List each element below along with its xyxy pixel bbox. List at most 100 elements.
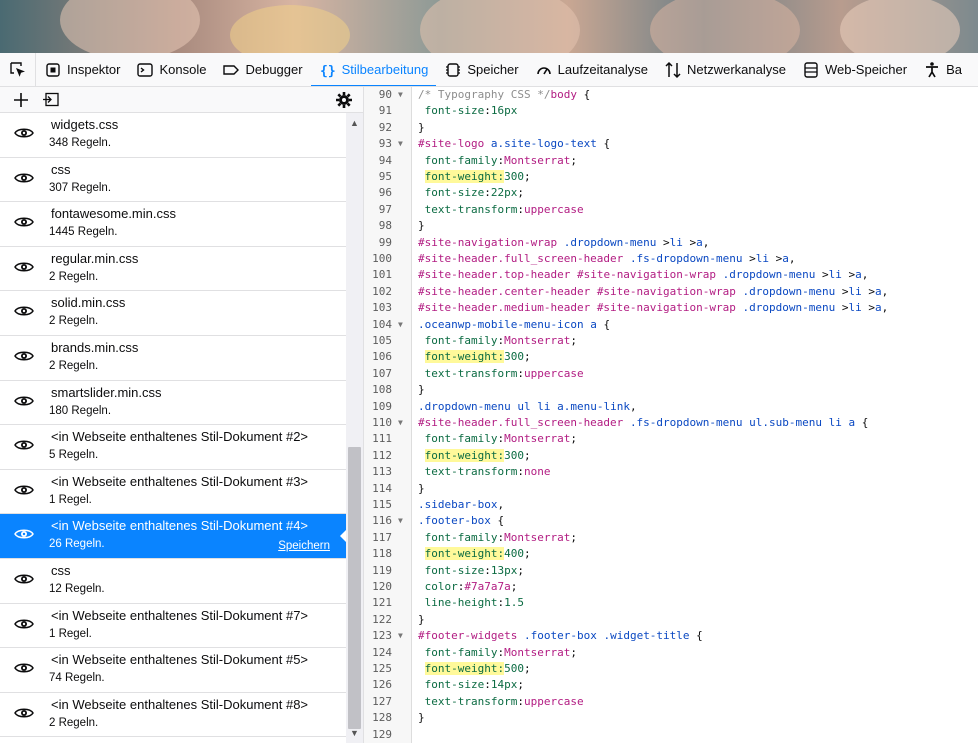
stylesheet-item[interactable]: <in Webseite enthaltenes Stil-Dokument #…	[0, 425, 346, 470]
visibility-eye-icon[interactable]	[14, 527, 34, 541]
stylesheet-item[interactable]: fontawesome.min.css 1445 Regeln.	[0, 202, 346, 247]
tab-inspektor[interactable]: Inspektor	[36, 53, 128, 86]
stylesheet-item[interactable]: <in Webseite enthaltenes Stil-Dokument #…	[0, 469, 346, 515]
scroll-up-arrow-icon[interactable]: ▲	[346, 115, 363, 131]
code-text: /* Typography CSS */body {	[418, 87, 590, 103]
tab-debugger[interactable]: Debugger	[214, 53, 310, 86]
visibility-eye-icon[interactable]	[14, 304, 34, 318]
stylesheet-item[interactable]: <in Webseite enthaltenes Stil-Dokument #…	[0, 692, 346, 738]
fold-arrow-icon[interactable]: ▼	[398, 513, 408, 529]
css-code-editor[interactable]: 90 ▼/* Typography CSS */body {91 font-siz…	[364, 87, 978, 743]
line-number: 129	[372, 727, 392, 741]
code-token: a	[782, 252, 789, 265]
visibility-eye-icon[interactable]	[14, 661, 34, 675]
code-token: font-size	[424, 563, 485, 577]
tab-konsole[interactable]: Konsole	[128, 53, 214, 86]
code-line: 95 font-weight:300;	[364, 169, 978, 185]
code-text: #site-header.full_screen-header .fs-drop…	[418, 415, 868, 431]
new-stylesheet-button[interactable]	[10, 89, 32, 111]
code-token: >	[841, 268, 856, 282]
code-token: .dropdown-menu	[563, 235, 657, 249]
code-token: .footer-box	[523, 629, 597, 643]
stylesheet-list-scrollbar[interactable]: ▲ ▼	[346, 113, 363, 743]
import-stylesheet-button[interactable]	[40, 89, 62, 111]
tab-label: Netzwerkanalyse	[686, 62, 786, 77]
code-token: ul.sub-menu	[749, 416, 823, 429]
code-text: text-transform:none	[418, 464, 551, 480]
visibility-eye-icon[interactable]	[14, 260, 34, 274]
code-token: a	[874, 284, 882, 298]
visibility-eye-icon[interactable]	[14, 349, 34, 363]
stylesheet-name: fontawesome.min.css	[51, 206, 176, 222]
visibility-eye-icon[interactable]	[14, 171, 34, 185]
code-token: li	[848, 301, 862, 315]
fold-arrow-icon[interactable]: ▼	[398, 87, 408, 103]
tab-label: Debugger	[245, 62, 303, 77]
code-token: /* Typography CSS */	[418, 88, 551, 101]
tab-stilbearbeitung[interactable]: {} Stilbearbeitung	[310, 53, 437, 86]
visibility-eye-icon[interactable]	[14, 438, 34, 452]
scroll-down-arrow-icon[interactable]: ▼	[346, 725, 363, 741]
fold-arrow-icon[interactable]: ▼	[398, 136, 408, 152]
stylesheet-rule-count: 180 Regeln.	[49, 404, 112, 417]
tab-label: Web-Speicher	[824, 62, 908, 77]
code-token: ;	[570, 645, 577, 659]
line-number: 94	[378, 153, 392, 167]
code-line: 117 font-family:Montserrat;	[364, 530, 978, 546]
line-number: 93	[378, 137, 392, 151]
code-text: }	[418, 481, 425, 497]
settings-button[interactable]	[333, 89, 355, 111]
visibility-eye-icon[interactable]	[14, 215, 34, 229]
stylesheet-item[interactable]: css 307 Regeln.	[0, 157, 346, 203]
stylesheet-item[interactable]: brands.min.css 2 Regeln.	[0, 335, 346, 381]
visibility-eye-icon[interactable]	[14, 483, 34, 497]
code-line: 122}	[364, 612, 978, 628]
code-token: a	[696, 235, 703, 249]
tab-web-speicher[interactable]: Web-Speicher	[794, 53, 915, 86]
code-line: 105 font-family:Montserrat;	[364, 333, 978, 349]
accessibility-icon	[923, 61, 941, 79]
stylesheet-item[interactable]: smartslider.min.css 180 Regeln.	[0, 380, 346, 426]
stylesheet-item[interactable]: css 12 Regeln.	[0, 558, 346, 604]
stylesheet-name: css	[51, 562, 71, 578]
code-token: font-size	[424, 104, 485, 118]
tab-netzwerkanalyse[interactable]: Netzwerkanalyse	[656, 53, 794, 86]
visibility-eye-icon[interactable]	[14, 617, 34, 631]
code-token: Montserrat	[504, 645, 571, 659]
tab-ba[interactable]: Ba	[915, 53, 970, 86]
code-token: uppercase	[523, 202, 584, 216]
visibility-eye-icon[interactable]	[14, 394, 34, 408]
save-stylesheet-link[interactable]: Speichern	[278, 540, 330, 552]
stylesheet-item[interactable]: regular.min.css 2 Regeln.	[0, 246, 346, 292]
element-picker-button[interactable]	[0, 53, 36, 86]
fold-arrow-icon[interactable]: ▼	[398, 415, 408, 431]
fold-arrow-icon[interactable]: ▼	[398, 628, 408, 644]
line-number: 110	[372, 416, 392, 429]
stylesheet-item[interactable]: widgets.css 348 Regeln.	[0, 113, 346, 158]
line-number: 119	[372, 563, 392, 577]
tab-speicher[interactable]: Speicher	[436, 53, 526, 86]
visibility-eye-icon[interactable]	[14, 706, 34, 720]
code-line: 129	[364, 727, 978, 743]
visibility-eye-icon[interactable]	[14, 126, 34, 140]
code-token: text-transform	[424, 366, 518, 380]
code-token: #site-logo	[418, 137, 485, 151]
scrollbar-thumb[interactable]	[348, 447, 361, 729]
stylesheet-item[interactable]: <in Webseite enthaltenes Stil-Dokument #…	[0, 648, 346, 693]
tab-laufzeitanalyse[interactable]: Laufzeitanalyse	[527, 53, 656, 86]
visibility-eye-icon[interactable]	[14, 572, 34, 586]
stylesheet-item[interactable]: solid.min.css 2 Regeln.	[0, 291, 346, 336]
code-token: >	[742, 252, 756, 265]
stylesheet-item[interactable]: <in Webseite enthaltenes Stil-Dokument #…	[0, 514, 346, 559]
line-number: 122	[372, 612, 392, 626]
stylesheet-item[interactable]: <in Webseite enthaltenes Stil-Dokument #…	[0, 603, 346, 649]
fold-arrow-icon[interactable]: ▼	[398, 317, 408, 333]
line-number: 121	[372, 596, 392, 610]
